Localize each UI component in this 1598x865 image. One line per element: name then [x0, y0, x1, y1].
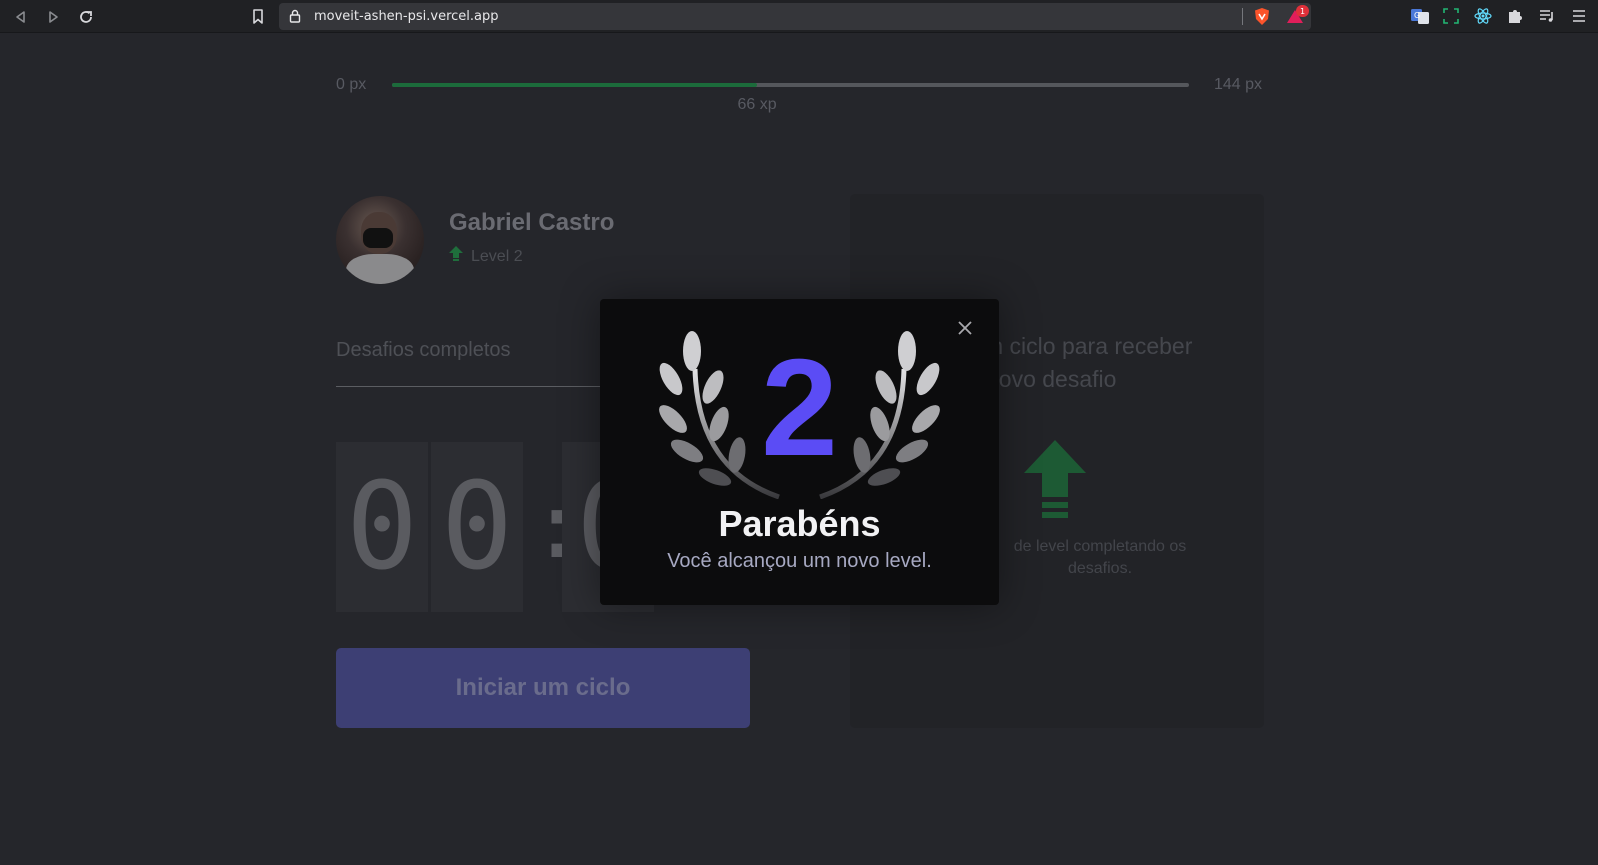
playlist-icon[interactable]: [1537, 6, 1557, 26]
reload-icon[interactable]: [76, 7, 96, 27]
bookmark-icon[interactable]: [248, 7, 268, 27]
extensions-puzzle-icon[interactable]: [1505, 6, 1525, 26]
back-arrow-icon[interactable]: [11, 7, 31, 27]
modal-title: Parabéns: [718, 503, 881, 544]
lock-icon: [289, 9, 301, 28]
modal-subtitle: Você alcançou um novo level.: [667, 550, 932, 572]
svg-text:G: G: [1414, 11, 1420, 20]
divider: [1242, 8, 1243, 25]
new-level-number: 2: [761, 331, 838, 485]
level-up-modal: 2 Parabéns Você alcançou um novo level.: [600, 299, 999, 605]
screenshot-extension-icon[interactable]: [1441, 6, 1461, 26]
forward-arrow-icon[interactable]: [43, 7, 63, 27]
brave-shield-icon[interactable]: [1253, 7, 1271, 31]
notification-badge: 1: [1296, 5, 1309, 17]
react-devtools-icon[interactable]: [1473, 6, 1493, 26]
address-bar[interactable]: moveit-ashen-psi.vercel.app 1: [279, 3, 1311, 30]
menu-icon[interactable]: [1569, 6, 1589, 26]
browser-toolbar: moveit-ashen-psi.vercel.app 1 G: [0, 0, 1598, 33]
close-icon[interactable]: [954, 317, 976, 339]
translate-extension-icon[interactable]: G: [1410, 6, 1430, 26]
url-text: moveit-ashen-psi.vercel.app: [314, 9, 499, 24]
